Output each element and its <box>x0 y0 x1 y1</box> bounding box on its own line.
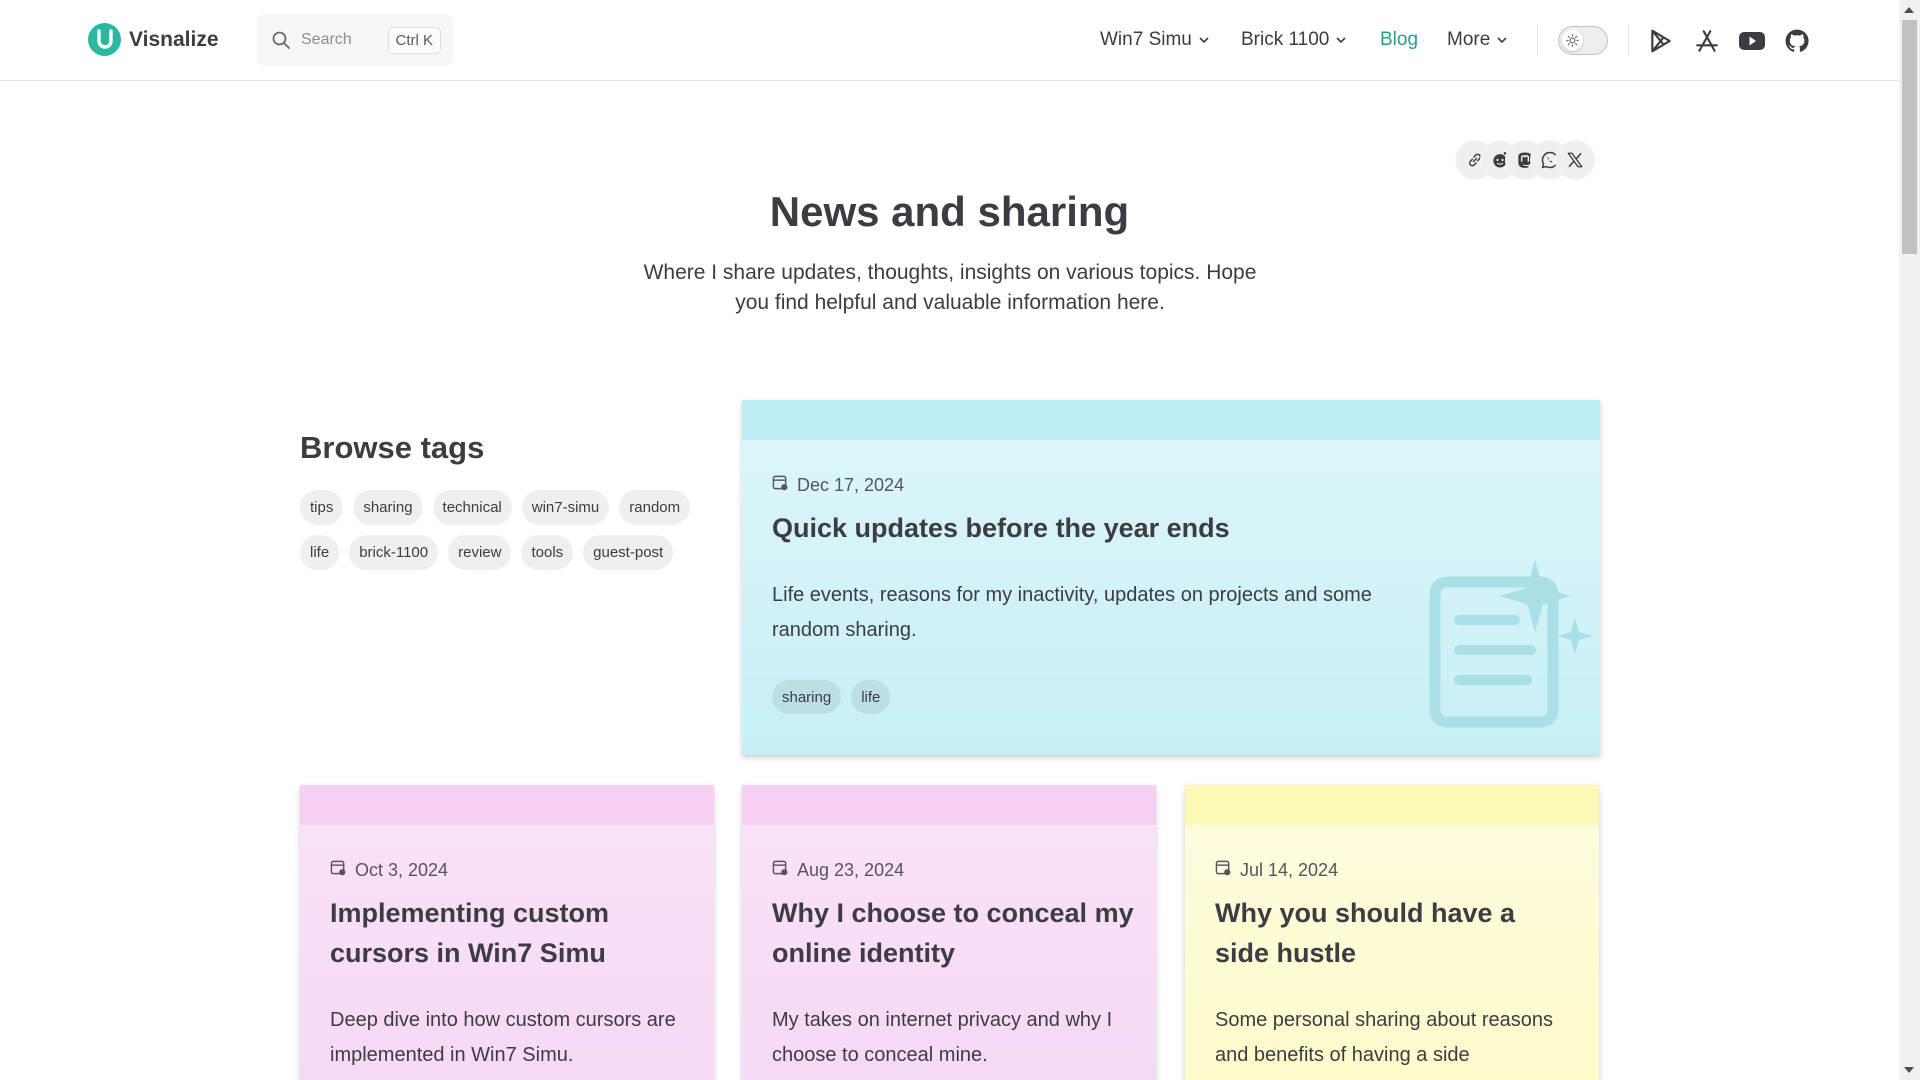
post-card[interactable]: Aug 23, 2024 Why I choose to conceal my … <box>742 785 1156 1080</box>
nav-divider <box>1628 24 1629 56</box>
nav-more[interactable]: More <box>1447 24 1508 56</box>
chevron-down-icon <box>1335 34 1347 46</box>
page-scrollbar[interactable] <box>1899 0 1920 1080</box>
post-description: My takes on internet privacy and why I c… <box>772 1009 1113 1066</box>
card-header-band <box>742 400 1600 440</box>
tag-tips[interactable]: tips <box>300 490 344 525</box>
calendar-icon <box>330 859 347 881</box>
calendar-icon <box>772 474 789 496</box>
youtube-icon[interactable] <box>1737 26 1767 56</box>
scroll-up-arrow-icon[interactable] <box>1904 7 1914 13</box>
post-card[interactable]: Jul 14, 2024 Why you should have a side … <box>1185 785 1599 1080</box>
featured-post-card[interactable]: Dec 17, 2024 Quick updates before the ye… <box>742 400 1600 755</box>
x-icon[interactable] <box>1555 140 1595 180</box>
browse-tags-title: Browse tags <box>300 430 485 465</box>
post-date-text: Dec 17, 2024 <box>797 474 905 495</box>
post-title: Implementing custom cursors in Win7 Simu <box>330 898 610 968</box>
tag-sharing[interactable]: sharing <box>353 490 423 525</box>
post-tag[interactable]: life <box>851 680 891 714</box>
post-card[interactable]: Oct 3, 2024 Implementing custom cursors … <box>300 785 714 1080</box>
post-description: Deep dive into how custom cursors are im… <box>330 1009 676 1066</box>
tag-tools[interactable]: tools <box>521 535 574 570</box>
google-play-icon[interactable] <box>1646 26 1676 56</box>
brand-name: Visnalize <box>129 27 219 51</box>
tag-life[interactable]: life <box>300 535 340 570</box>
nav-more-label: More <box>1447 29 1491 50</box>
chevron-down-icon <box>1198 34 1210 46</box>
tag-brick-1100[interactable]: brick-1100 <box>349 535 439 570</box>
post-title: Quick updates before the year ends <box>772 513 1230 543</box>
page-subtitle: Where I share updates, thoughts, insight… <box>643 261 1257 314</box>
search-placeholder: Search <box>301 31 352 48</box>
nav-brick-1100-label: Brick 1100 <box>1241 29 1330 50</box>
post-title: Why you should have a side hustle <box>1215 898 1516 968</box>
post-title: Why I choose to conceal my online identi… <box>772 898 1134 968</box>
chevron-down-icon <box>1496 34 1508 46</box>
scrollbar-thumb[interactable] <box>1902 20 1917 254</box>
post-date: Jul 14, 2024 <box>1215 859 1338 881</box>
calendar-icon <box>772 859 789 881</box>
post-date-text: Jul 14, 2024 <box>1240 859 1339 880</box>
scroll-down-arrow-icon[interactable] <box>1904 1067 1914 1073</box>
search-shortcut: Ctrl K <box>387 26 441 54</box>
brand-logo[interactable]: Visnalize <box>88 23 219 56</box>
share-buttons <box>1455 140 1595 180</box>
tag-technical[interactable]: technical <box>432 490 512 525</box>
post-tags: sharing life <box>772 680 891 714</box>
nav-brick-1100[interactable]: Brick 1100 <box>1241 24 1347 56</box>
app-store-icon[interactable] <box>1692 26 1722 56</box>
search-button[interactable]: Search Ctrl K <box>257 14 453 66</box>
blog-post-icon <box>1427 560 1593 730</box>
post-description: Life events, reasons for my inactivity, … <box>772 584 1372 641</box>
nav-blog-label: Blog <box>1380 29 1419 50</box>
page-title: News and sharing <box>769 188 1130 235</box>
sun-icon <box>1562 30 1583 51</box>
tag-random[interactable]: random <box>619 490 691 525</box>
card-header-band <box>300 785 714 825</box>
post-date-text: Oct 3, 2024 <box>355 859 449 880</box>
search-icon <box>271 30 291 50</box>
nav-blog[interactable]: Blog <box>1380 24 1418 56</box>
post-description: Some personal sharing about reasons and … <box>1215 1009 1553 1066</box>
post-date-text: Aug 23, 2024 <box>797 859 905 880</box>
post-tag[interactable]: sharing <box>772 680 842 714</box>
tag-guest-post[interactable]: guest-post <box>583 535 674 570</box>
tag-win7-simu[interactable]: win7-simu <box>521 490 610 525</box>
nav-win7-simu-label: Win7 Simu <box>1100 29 1192 50</box>
github-icon[interactable] <box>1782 26 1812 56</box>
post-date: Aug 23, 2024 <box>772 859 904 881</box>
top-navbar: Visnalize Search Ctrl K Win7 Simu Brick … <box>0 0 1899 81</box>
post-date: Dec 17, 2024 <box>772 474 904 496</box>
tag-list: tips sharing technical win7-simu random … <box>300 490 720 570</box>
nav-win7-simu[interactable]: Win7 Simu <box>1100 24 1210 56</box>
post-date: Oct 3, 2024 <box>330 859 448 881</box>
tag-review[interactable]: review <box>448 535 512 570</box>
card-header-band <box>742 785 1156 825</box>
calendar-icon <box>1215 859 1232 881</box>
visnalize-logo-icon <box>88 23 121 56</box>
theme-toggle[interactable] <box>1558 26 1608 55</box>
card-header-band <box>1185 785 1599 825</box>
nav-divider <box>1537 24 1538 56</box>
